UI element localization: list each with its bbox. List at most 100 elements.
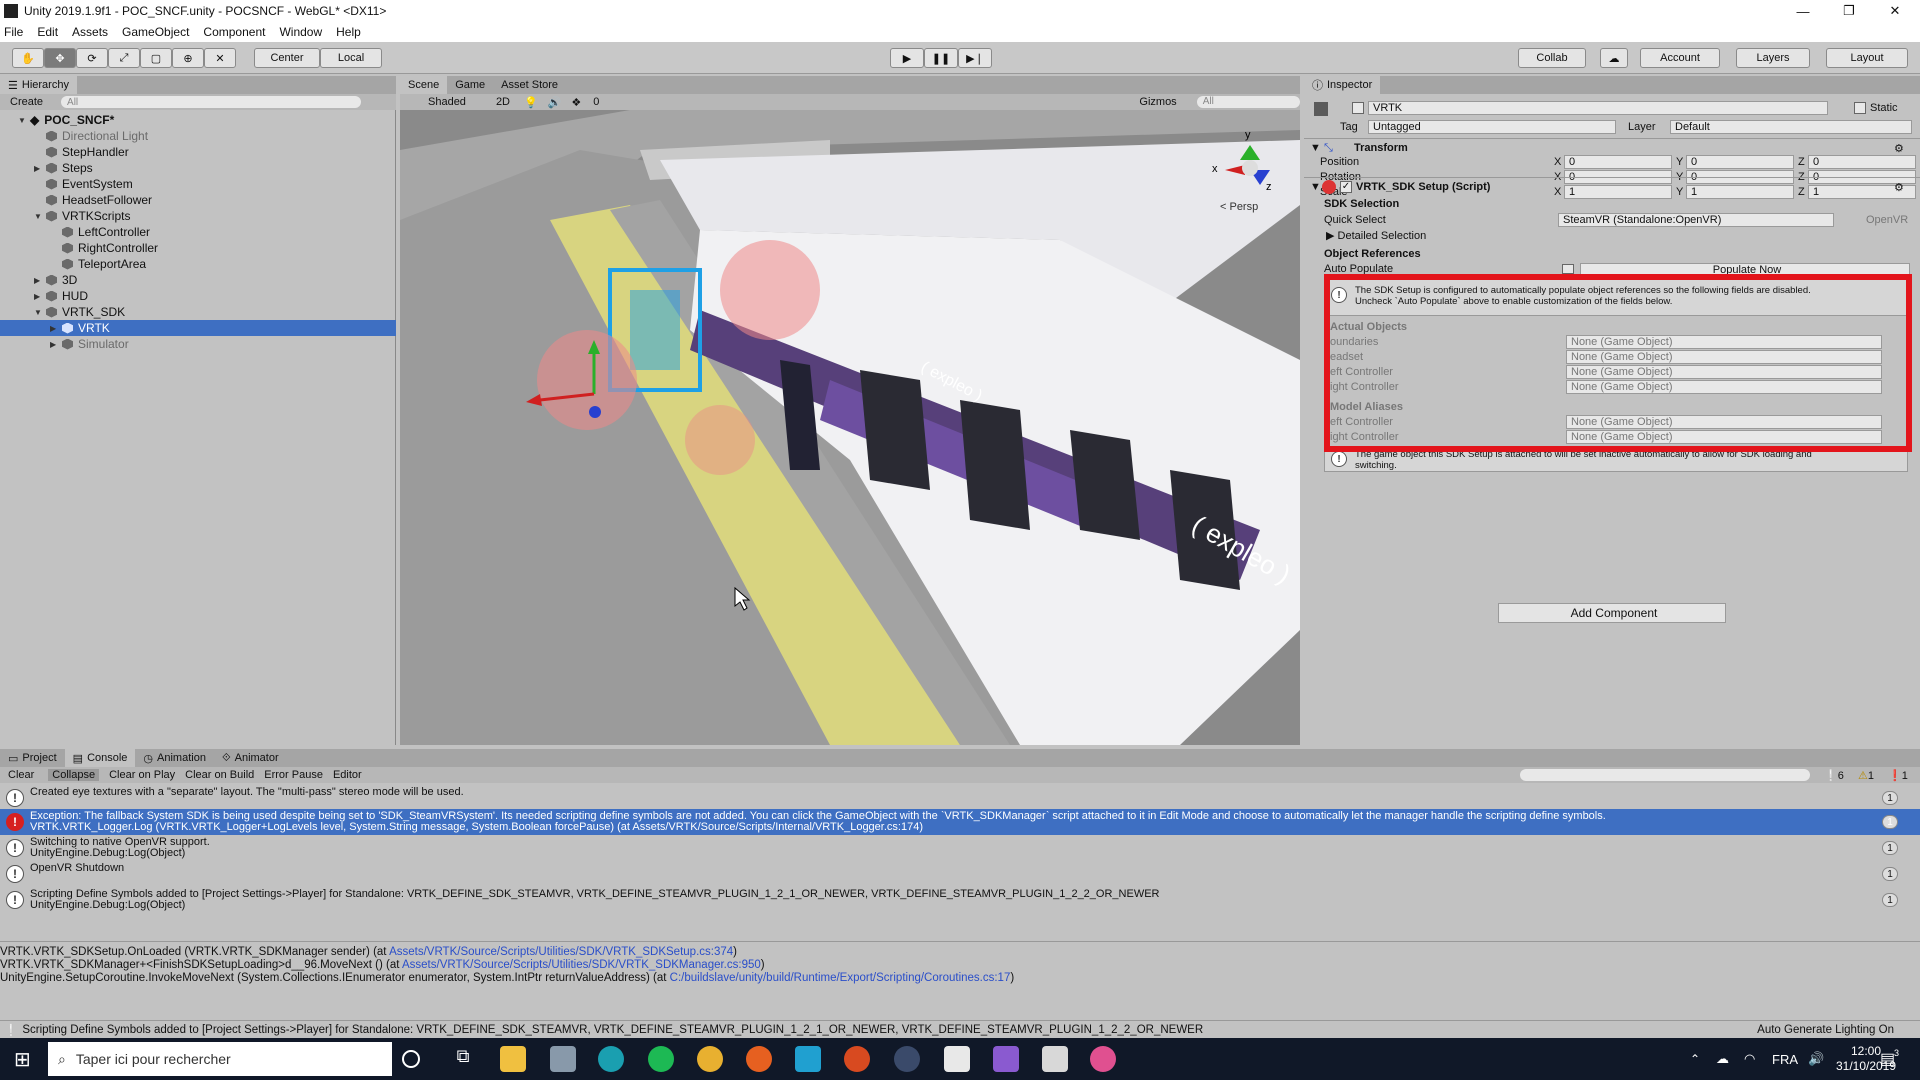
- expand-arrow-icon[interactable]: ▼: [34, 212, 46, 221]
- chrome-icon[interactable]: [697, 1046, 723, 1072]
- tray-chevron-icon[interactable]: ⌃: [1690, 1052, 1700, 1066]
- audio-icon[interactable]: 🔊: [548, 96, 562, 109]
- menu-assets[interactable]: Assets: [72, 25, 108, 39]
- stack-trace-link[interactable]: Assets/VRTK/Source/Scripts/Utilities/SDK…: [402, 959, 761, 971]
- transform-z-field[interactable]: 0: [1808, 155, 1916, 169]
- visual-studio-icon[interactable]: [993, 1046, 1019, 1072]
- transform-y-field[interactable]: 0: [1686, 155, 1794, 169]
- unity-taskbar-icon[interactable]: [944, 1046, 970, 1072]
- layer-dropdown[interactable]: Default: [1670, 120, 1912, 134]
- task-view-icon[interactable]: ⧉: [450, 1046, 476, 1072]
- windows-start-icon[interactable]: ⊞: [14, 1047, 31, 1072]
- hand-tool-icon[interactable]: ✋: [12, 48, 44, 68]
- collapse-button[interactable]: Collapse: [48, 769, 100, 781]
- 2d-toggle[interactable]: 2D: [496, 96, 510, 108]
- console-message[interactable]: ! Switching to native OpenVR support. Unit…: [0, 835, 1920, 861]
- console-message[interactable]: ! Created eye textures with a "separate" …: [0, 785, 1920, 811]
- active-checkbox[interactable]: [1352, 102, 1364, 114]
- layers-dropdown[interactable]: Layers: [1736, 48, 1810, 68]
- sdk-setup-header[interactable]: ▼ ✓ VRTK_SDK Setup (Script) ⚙: [1304, 177, 1920, 195]
- tab-inspector[interactable]: ⓘ Inspector: [1304, 76, 1381, 94]
- hierarchy-item[interactable]: ▶ Simulator: [0, 336, 396, 352]
- tab-scene[interactable]: Scene: [400, 76, 448, 94]
- expand-arrow-icon[interactable]: ▶: [50, 340, 62, 349]
- cloud-icon[interactable]: ☁: [1600, 48, 1628, 68]
- app-c-icon[interactable]: [795, 1046, 821, 1072]
- firefox-icon[interactable]: [746, 1046, 772, 1072]
- chart-app-icon[interactable]: [1042, 1046, 1068, 1072]
- menu-help[interactable]: Help: [336, 25, 361, 39]
- info-count-toggle[interactable]: ❕6: [1824, 769, 1844, 782]
- close-button[interactable]: ✕: [1872, 0, 1918, 22]
- effects-icon[interactable]: ❖: [571, 96, 581, 109]
- scale-tool-icon[interactable]: ⤢: [108, 48, 140, 68]
- tag-dropdown[interactable]: Untagged: [1368, 120, 1616, 134]
- gear-icon[interactable]: ⚙: [1894, 142, 1904, 155]
- console-message[interactable]: ! Exception: The fallback System SDK is b…: [0, 809, 1920, 835]
- expand-arrow-icon[interactable]: ▼: [18, 116, 30, 125]
- add-component-button[interactable]: Add Component: [1498, 603, 1726, 623]
- maximize-button[interactable]: ❐: [1826, 0, 1872, 22]
- create-button[interactable]: Create: [10, 96, 43, 108]
- object-name-field[interactable]: VRTK: [1368, 101, 1828, 115]
- detailed-selection-foldout[interactable]: ▶ Detailed Selection: [1326, 229, 1426, 242]
- tab-asset-store[interactable]: Asset Store: [493, 76, 567, 94]
- hierarchy-item[interactable]: ▼ VRTKScripts: [0, 208, 396, 224]
- hierarchy-item[interactable]: StepHandler: [0, 144, 396, 160]
- collab-dropdown[interactable]: Collab: [1518, 48, 1586, 68]
- minimize-button[interactable]: —: [1780, 0, 1826, 22]
- error-count-toggle[interactable]: ❗1: [1888, 769, 1908, 782]
- foldout-arrow-icon[interactable]: ▼: [1310, 181, 1321, 193]
- expand-arrow-icon[interactable]: ▶: [34, 164, 46, 173]
- file-explorer-icon[interactable]: [500, 1046, 526, 1072]
- hierarchy-item[interactable]: Directional Light: [0, 128, 396, 144]
- taskbar-search-input[interactable]: ⌕ Taper ici pour rechercher: [48, 1042, 392, 1076]
- pivot-center-toggle[interactable]: Center: [254, 48, 320, 68]
- account-dropdown[interactable]: Account: [1640, 48, 1720, 68]
- step-button[interactable]: ▶❘: [958, 48, 992, 68]
- scene-search-input[interactable]: All: [1196, 96, 1300, 108]
- clear-on-play-button[interactable]: Clear on Play: [109, 769, 175, 781]
- warning-count-toggle[interactable]: ⚠1: [1858, 769, 1874, 782]
- tab-console[interactable]: ▤ Console: [64, 749, 136, 767]
- hierarchy-item[interactable]: EventSystem: [0, 176, 396, 192]
- tab-project[interactable]: ▭ Project: [0, 749, 65, 767]
- stack-trace-link[interactable]: C:/buildslave/unity/build/Runtime/Export…: [670, 972, 1011, 984]
- editor-dropdown[interactable]: Editor: [333, 769, 362, 781]
- stack-trace-link[interactable]: Assets/VRTK/Source/Scripts/Utilities/SDK…: [389, 946, 733, 958]
- shading-dropdown[interactable]: Shaded: [428, 96, 484, 108]
- menu-window[interactable]: Window: [279, 25, 322, 39]
- tab-animation[interactable]: ◷ Animation: [135, 749, 214, 767]
- lighting-icon[interactable]: 💡: [524, 96, 538, 109]
- rect-tool-icon[interactable]: ▢: [140, 48, 172, 68]
- script-enabled-checkbox[interactable]: ✓: [1340, 181, 1352, 193]
- arduino-icon[interactable]: [598, 1046, 624, 1072]
- space-local-toggle[interactable]: Local: [320, 48, 382, 68]
- auto-generate-lighting[interactable]: Auto Generate Lighting On: [1757, 1024, 1894, 1036]
- tab-animator[interactable]: ⟐ Animator: [213, 749, 287, 767]
- expand-arrow-icon[interactable]: ▶: [50, 324, 62, 333]
- hierarchy-item[interactable]: LeftController: [0, 224, 396, 240]
- status-message[interactable]: Scripting Define Symbols added to [Proje…: [22, 1024, 1203, 1036]
- play-button[interactable]: ▶: [890, 48, 924, 68]
- mail-icon[interactable]: [550, 1046, 576, 1072]
- hierarchy-item[interactable]: ▶ HUD: [0, 288, 396, 304]
- onedrive-icon[interactable]: ☁: [1716, 1051, 1729, 1067]
- spotify-icon[interactable]: [648, 1046, 674, 1072]
- transform-tool-icon[interactable]: ⊕: [172, 48, 204, 68]
- transform-x-field[interactable]: 0: [1564, 155, 1672, 169]
- cortana-icon[interactable]: [402, 1050, 420, 1068]
- volume-icon[interactable]: 🔊: [1808, 1051, 1824, 1067]
- menu-file[interactable]: File: [4, 25, 23, 39]
- menu-component[interactable]: Component: [203, 25, 265, 39]
- hierarchy-item[interactable]: ▶ 3D: [0, 272, 396, 288]
- hierarchy-item[interactable]: ▶ VRTK: [0, 320, 396, 336]
- pause-button[interactable]: ❚❚: [924, 48, 958, 68]
- transform-header[interactable]: ▼ ⤡ Transform ⚙: [1304, 138, 1920, 156]
- gizmos-dropdown[interactable]: Gizmos: [1139, 96, 1176, 108]
- auto-populate-checkbox[interactable]: [1562, 264, 1574, 274]
- notification-icon[interactable]: ▤: [1880, 1049, 1895, 1069]
- wifi-icon[interactable]: ◠: [1744, 1051, 1755, 1067]
- console-message[interactable]: ! OpenVR Shutdown 1: [0, 861, 1920, 887]
- hierarchy-item[interactable]: ▼ VRTK_SDK: [0, 304, 396, 320]
